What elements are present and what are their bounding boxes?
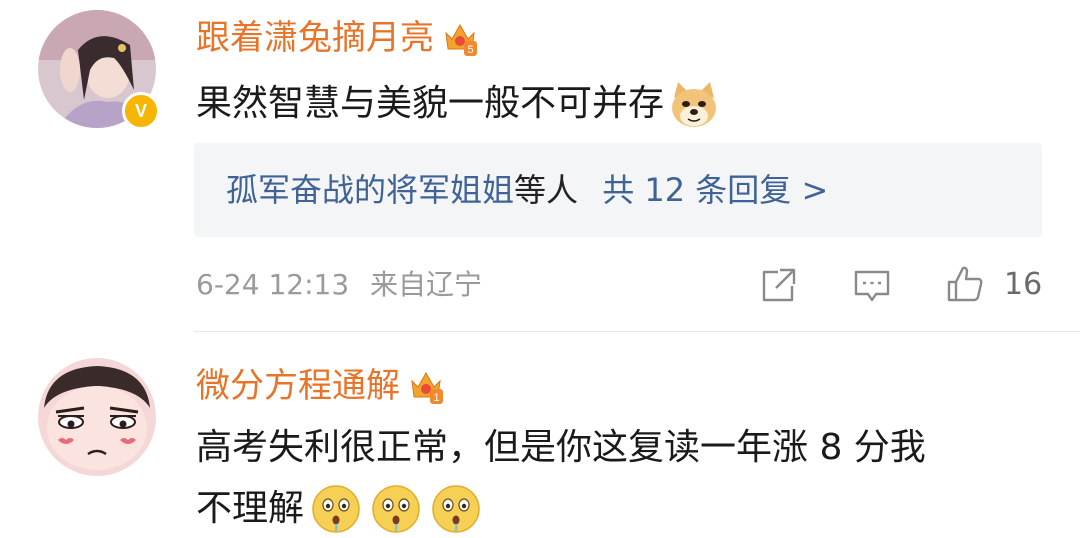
reply-others-suffix: 等人 [514,171,579,209]
share-icon[interactable] [758,266,798,306]
comment-text: 高考失利很正常，但是你这复读一年涨 8 分我 [196,427,926,468]
shocked-emoji-icon [372,485,420,533]
replies-summary: 孤军奋战的将军姐姐等人 共 12 条回复 > [226,170,828,210]
svg-text:5: 5 [467,44,473,56]
comment-divider [194,331,1080,332]
avatar-image [38,358,156,476]
username-row: 跟着潇兔摘月亮 5 [196,18,478,58]
avatar[interactable] [38,358,156,476]
comment-meta: 6-24 12:13 来自辽宁 [196,268,482,302]
vip-crown-icon: 5 [445,23,477,56]
verified-badge: V [122,92,160,130]
comment-text: 果然智慧与美貌一般不可并存 [196,83,665,124]
username[interactable]: 跟着潇兔摘月亮 [196,18,434,58]
replies-box[interactable]: 孤军奋战的将军姐姐等人 共 12 条回复 > [194,143,1042,237]
comment-text-line2: 不理解 [196,488,305,529]
username[interactable]: 微分方程通解 [196,366,400,406]
comment-time: 6-24 12:13 [196,268,350,301]
verified-v-icon: V [134,100,147,121]
like-count: 16 [1004,267,1043,302]
username-row: 微分方程通解 1 [196,366,444,406]
vip-crown-icon: 1 [411,371,443,404]
shocked-emoji-icon [312,485,360,533]
svg-text:1: 1 [433,392,439,404]
doge-emoji-icon [672,82,717,127]
comment-text-row: 不理解 [196,483,482,535]
shocked-emoji-icon [432,485,480,533]
reply-user-names[interactable]: 孤军奋战的将军姐姐 [226,171,514,209]
like-icon[interactable] [945,264,985,304]
comment-icon[interactable] [852,266,892,306]
view-replies-link[interactable]: 共 12 条回复 > [602,171,828,209]
comment-text-row: 果然智慧与美貌一般不可并存 [196,78,720,130]
comment-location: 来自辽宁 [370,268,483,301]
